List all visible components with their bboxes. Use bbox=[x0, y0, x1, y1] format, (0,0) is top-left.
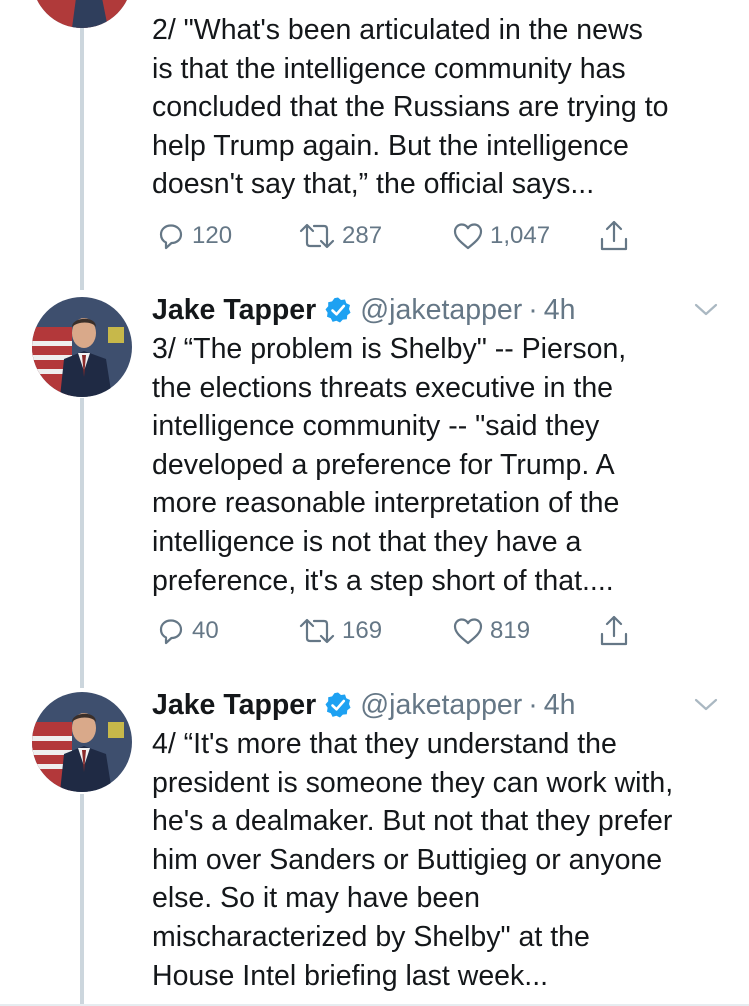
retweet-button[interactable]: 169 bbox=[298, 611, 382, 651]
reply-icon bbox=[159, 224, 183, 250]
avatar[interactable] bbox=[32, 692, 132, 792]
retweet-icon bbox=[299, 223, 335, 249]
like-icon bbox=[453, 618, 483, 645]
retweet-count: 169 bbox=[342, 617, 383, 644]
retweet-icon bbox=[299, 618, 335, 644]
reply-count: 40 bbox=[192, 617, 219, 644]
share-icon bbox=[600, 615, 628, 646]
tweet-text: 4/ “It's more that they understand the p… bbox=[152, 728, 674, 992]
chevron-down-icon[interactable] bbox=[692, 695, 720, 715]
user-handle[interactable]: @jaketapper bbox=[360, 689, 522, 722]
chevron-down-icon[interactable] bbox=[692, 300, 720, 320]
tweet-actions: 120 287 1,047 bbox=[152, 216, 652, 256]
verified-badge-icon bbox=[325, 297, 351, 323]
reply-count: 120 bbox=[192, 222, 233, 249]
reply-button[interactable]: 120 bbox=[156, 216, 232, 256]
like-button[interactable]: 1,047 bbox=[452, 216, 550, 256]
retweet-count: 287 bbox=[342, 222, 383, 249]
thread-line bbox=[80, 28, 84, 290]
tweet-text: 2/ "What's been articulated in the news … bbox=[152, 14, 669, 201]
tweet-header: Jake Tapper @jaketapper · 4h bbox=[152, 685, 712, 725]
timestamp[interactable]: 4h bbox=[544, 294, 576, 327]
reply-button[interactable]: 40 bbox=[156, 611, 219, 651]
verified-badge-icon bbox=[325, 692, 351, 718]
share-button[interactable] bbox=[598, 216, 630, 256]
display-name[interactable]: Jake Tapper bbox=[152, 294, 316, 327]
thread-line bbox=[80, 794, 84, 1006]
like-count: 1,047 bbox=[490, 222, 551, 249]
tweet-text: 3/ “The problem is Shelby" -- Pierson, t… bbox=[152, 333, 627, 597]
separator-dot: · bbox=[528, 293, 538, 326]
thread-line bbox=[80, 398, 84, 688]
display-name[interactable]: Jake Tapper bbox=[152, 689, 316, 722]
separator-dot: · bbox=[528, 688, 538, 721]
avatar[interactable] bbox=[32, 0, 132, 28]
reply-icon bbox=[159, 619, 183, 645]
tweet-actions: 40 169 819 bbox=[152, 611, 652, 651]
tweet-header: Jake Tapper @jaketapper · 4h bbox=[152, 290, 712, 330]
timestamp[interactable]: 4h bbox=[544, 689, 576, 722]
like-icon bbox=[453, 223, 483, 250]
like-count: 819 bbox=[490, 617, 531, 644]
share-icon bbox=[600, 220, 628, 251]
share-button[interactable] bbox=[598, 611, 630, 651]
like-button[interactable]: 819 bbox=[452, 611, 530, 651]
retweet-button[interactable]: 287 bbox=[298, 216, 382, 256]
avatar[interactable] bbox=[32, 297, 132, 397]
user-handle[interactable]: @jaketapper bbox=[360, 294, 522, 327]
